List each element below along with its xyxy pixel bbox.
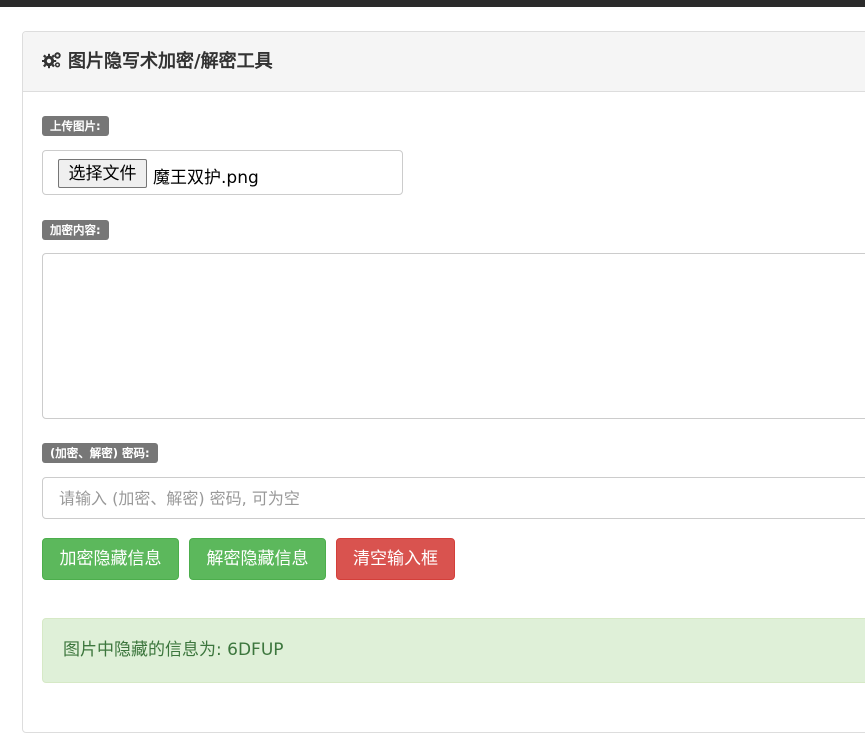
clear-button[interactable]: 清空输入框 bbox=[336, 538, 455, 580]
password-input[interactable] bbox=[42, 477, 865, 519]
gears-icon bbox=[42, 51, 62, 69]
content-textarea[interactable] bbox=[42, 253, 865, 419]
panel-title: 图片隐写术加密/解密工具 bbox=[42, 47, 273, 73]
choose-file-button[interactable]: 选择文件 bbox=[58, 159, 147, 188]
browser-top-bar bbox=[0, 0, 865, 7]
panel-title-text: 图片隐写术加密/解密工具 bbox=[68, 51, 273, 72]
selected-file-name: 魔王双护.png bbox=[153, 168, 259, 188]
content-label: 加密内容: bbox=[42, 220, 109, 240]
file-upload-field[interactable]: 选择文件 魔王双护.png bbox=[42, 150, 403, 195]
encrypt-button[interactable]: 加密隐藏信息 bbox=[42, 538, 179, 580]
panel-heading: 图片隐写术加密/解密工具 bbox=[23, 32, 865, 92]
upload-label: 上传图片: bbox=[42, 116, 109, 136]
password-label: (加密、解密) 密码: bbox=[42, 443, 158, 463]
decrypt-button[interactable]: 解密隐藏信息 bbox=[189, 538, 326, 580]
result-alert: 图片中隐藏的信息为: 6DFUP bbox=[42, 618, 865, 683]
